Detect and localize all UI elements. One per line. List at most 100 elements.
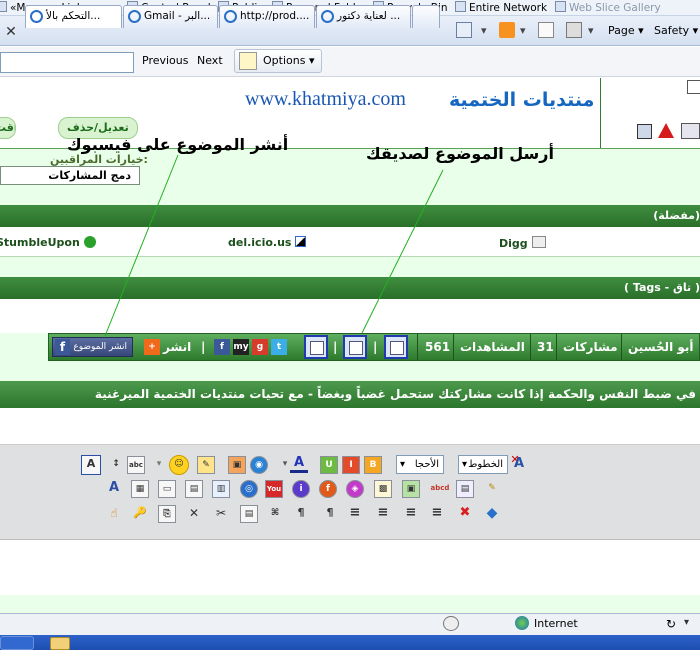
share-label[interactable]: انشر [163,340,191,354]
key-icon[interactable]: 🔑 [131,505,149,523]
quote-bubble-icon[interactable]: ◎ [240,480,258,498]
mail-icon[interactable] [538,22,554,38]
paragraph-rtl-icon[interactable]: ¶ [292,505,310,523]
tab-gmail[interactable]: Gmail - البر... [123,5,218,28]
edit-post-button[interactable] [304,335,328,359]
hand-icon[interactable]: ☝ [105,505,123,523]
start-button[interactable] [0,636,34,650]
marquee-text: في ضبط النفس والحكمة إذا كانت مشاركتك ست… [94,387,696,401]
justify-icon[interactable]: ≡ [428,505,446,523]
globe-icon[interactable]: ◉ [250,456,268,474]
table-icon[interactable]: ▦ [131,480,149,498]
print-dropdown-icon[interactable]: ▾ [588,21,594,41]
favorite-entire-network[interactable]: Entire Network [455,1,547,14]
print-icon[interactable] [566,22,582,38]
delicious-icon [295,236,307,247]
delete-icon[interactable]: ✖ [456,505,474,523]
image-icon[interactable]: ▣ [228,456,246,474]
comment-icon[interactable]: ✎ [197,456,215,474]
google-plus-icon[interactable]: g [252,339,268,355]
tab-control[interactable]: التحكم بالأ... [25,5,122,28]
send-to-friend-button[interactable] [343,335,367,359]
format-painter-icon[interactable]: ⌘ [266,505,284,523]
plus-share-icon[interactable]: + [144,339,160,355]
pencil-icon [239,52,257,70]
code-icon[interactable]: ▭ [158,480,176,498]
zoom-icon[interactable]: ↻ [666,617,676,631]
align-right-icon[interactable]: ≡ [402,505,420,523]
tab-doctor[interactable]: لعناية دكتور ... [316,5,411,28]
size-select[interactable]: الأحجا [396,455,444,474]
home-icon[interactable] [456,22,472,38]
tags-band: ( Tags - تاق ) [0,277,700,299]
info-icon[interactable]: i [292,480,310,498]
cancel-icon[interactable]: ✕ [185,505,203,523]
close-tab-icon[interactable]: ✕ [0,21,22,43]
italic-icon[interactable]: I [342,456,360,474]
security-zone-label: Internet [534,617,578,630]
delicious-link[interactable]: del.icio.us [228,236,307,249]
align-center-icon[interactable]: ≡ [374,505,392,523]
digg-link[interactable]: Digg [499,236,546,250]
feeds-dropdown-icon[interactable]: ▾ [520,21,526,41]
editor-text-area[interactable] [0,540,700,595]
twitter-icon[interactable]: t [271,339,287,355]
tab-prod[interactable]: http://prod.... [219,5,315,28]
stats-divider [556,334,557,360]
copy-icon[interactable]: ▤ [240,505,258,523]
flash-icon[interactable]: f [319,480,337,498]
font-style-icon[interactable]: A [81,455,101,475]
zoom-dropdown-icon[interactable]: ▾ [684,617,689,628]
facebook-share-button[interactable]: f انشر الموضوع [52,337,133,357]
site-url[interactable]: www.khatmiya.com [245,88,406,111]
feeds-icon[interactable] [499,22,515,38]
media-icon[interactable]: ▥ [212,480,230,498]
spellcheck-icon[interactable]: abc [127,456,145,474]
audio-icon[interactable]: ◈ [346,480,364,498]
font-select[interactable]: الخطوط [458,455,508,474]
highlight-icon[interactable]: A [105,480,123,498]
posts-label: مشاركات [563,340,618,354]
ie-icon [224,10,237,23]
font-color-icon[interactable]: A [290,455,308,473]
moderation-select[interactable]: دمج المشاركات [0,166,140,185]
insert-box-icon[interactable]: ▤ [456,480,474,498]
list-icon[interactable]: ▤ [185,480,203,498]
privacy-icon[interactable] [443,616,459,631]
new-tab-button[interactable] [412,5,440,28]
eraser-icon[interactable]: ◆ [483,505,501,523]
share-separator: | [201,340,206,354]
align-left-icon[interactable]: ≡ [346,505,364,523]
cut-icon[interactable]: ✂ [212,505,230,523]
paragraph-ltr-icon[interactable]: ¶ [321,505,339,523]
internet-zone-icon [515,616,529,630]
text-color-icon[interactable]: abcd [428,480,452,498]
stumbleupon-link[interactable]: StumbleUpon [0,236,96,249]
home-dropdown-icon[interactable]: ▾ [481,21,487,41]
find-next-button[interactable]: Next [197,54,223,67]
facebook-icon[interactable]: f [214,339,230,355]
marquee-gap [0,361,700,381]
find-input[interactable] [0,52,134,73]
bold-icon[interactable]: B [364,456,382,474]
smiley-icon[interactable]: ☺ [169,455,189,475]
site-name[interactable]: منتديات الختمية [449,89,594,111]
favorite-web-slice-gallery[interactable]: Web Slice Gallery [555,1,661,14]
safety-menu[interactable]: Safety ▾ [654,21,698,41]
edit-pencil-icon[interactable]: ✎ [483,480,501,498]
print-topic-button[interactable] [384,335,408,359]
spell-dropdown-icon[interactable]: ▾ [150,456,168,474]
find-previous-button[interactable]: Previous [142,54,189,67]
page-menu[interactable]: Page ▾ [608,21,644,41]
find-options-button[interactable]: Options ▾ [234,49,322,73]
font-face-icon[interactable]: A [510,456,528,474]
underline-icon[interactable]: U [320,456,338,474]
youtube-icon[interactable]: You [265,480,283,498]
taskbar-app-icon[interactable] [50,637,70,650]
author-name[interactable]: أبو الحُسين [628,340,694,354]
grid-icon[interactable]: ▩ [374,480,392,498]
myspace-icon[interactable]: my [233,339,249,355]
paste-text-icon[interactable]: ⎘ [158,505,176,523]
spacing-icon[interactable]: ↕ [107,456,125,474]
table-green-icon[interactable]: ▣ [402,480,420,498]
